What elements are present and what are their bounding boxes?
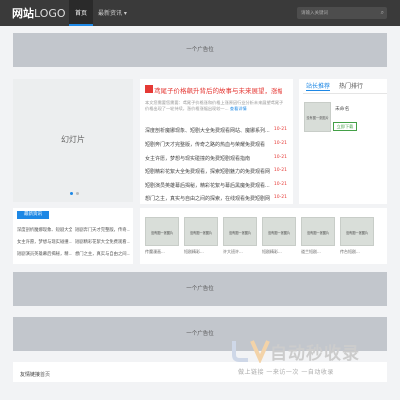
site-logo[interactable]: 网站LOGO [12, 5, 66, 21]
search-input[interactable]: 请输入关键词 ⌕ [297, 7, 387, 19]
gallery-thumbnail[interactable]: 没有图一张图片 [184, 217, 218, 246]
news-list-item[interactable]: 短剧演员英雄幕后揭秘，精彩花絮与幕后黑魔免费观看... 10-21 [145, 182, 287, 191]
news-list-item[interactable]: 短剧精彩花絮大全免费观看，探索短剧魅力的免费观看网站 10-21 [145, 168, 287, 177]
gallery-thumbnail[interactable]: 没有图一张图片 [340, 217, 374, 246]
news-list-item[interactable]: 女主许愿，梦想与现实碰撞的免费短剧观看指南 10-21 [145, 155, 287, 164]
news-list-item[interactable]: 短剧奔门天才完整版，传奇之路的热血与荣耀免费观看 10-21 [145, 141, 287, 150]
gallery-thumbnail[interactable]: 没有图一张图片 [145, 217, 179, 246]
gallery-caption[interactable]: 传台短剧... [340, 249, 376, 255]
friend-links-label: 友情链接 [20, 372, 41, 378]
gallery-thumbnail[interactable]: 没有图一张图片 [301, 217, 335, 246]
gallery-caption[interactable]: 短剧精彩... [184, 249, 220, 255]
friend-link-home[interactable]: 首页 [40, 371, 50, 378]
gallery-caption[interactable]: 传魔漫画... [145, 249, 181, 255]
read-more-link[interactable]: 查看详情 [230, 106, 247, 111]
news-list-item[interactable]: 想门之主，真实与自由之间的探索，在线观看免费短剧网站 10-21 [145, 195, 287, 204]
slide-dot[interactable] [76, 192, 79, 195]
latest-news-item[interactable]: 想门之主，真实与自由之间... [75, 251, 130, 257]
watermark-logo-icon [232, 340, 270, 363]
slide-dot-active[interactable] [70, 192, 73, 195]
download-button[interactable]: 立即下载 [333, 122, 357, 131]
tab-divider [303, 93, 387, 94]
slideshow[interactable]: 幻灯片 [13, 79, 133, 202]
tab-hot-ranking[interactable]: 热门排行 [339, 81, 363, 90]
latest-news-item[interactable]: 深度剖析魔娜现象、短剧大全... [17, 227, 72, 233]
watermark-subtext: 做上链接 一来访一次 一自动收录 [238, 369, 334, 376]
gallery-caption[interactable]: 短剧精彩... [262, 249, 298, 255]
side-panel [299, 79, 387, 204]
watermark-text: 自动秒收录 [270, 344, 360, 364]
gallery-thumbnail[interactable]: 没有图一张图片 [262, 217, 296, 246]
gallery-thumbnail[interactable]: 没有图一张图片 [223, 217, 257, 246]
latest-news-item[interactable]: 短剧演员英雄幕后揭秘，精... [17, 251, 72, 257]
featured-summary: 本文您需要您需要：鸢尾子价格涨和价格上涨原因行业分析未来展望鸢尾子价格出现了一轮… [145, 100, 284, 111]
nav-home[interactable]: 首页 [69, 0, 94, 26]
latest-news-item[interactable]: 女主许愿，梦想与现实碰撞... [17, 239, 72, 245]
slideshow-label: 幻灯片 [61, 135, 85, 144]
latest-news-item[interactable]: 短剧奔门天才完整版，传奇... [75, 227, 130, 233]
news-list-item[interactable]: 深度剖析魔娜现象、短剧大全免费观看网站、魔娜系列... 10-21 [145, 127, 287, 136]
latest-news-item[interactable]: 短剧精彩花絮大全免费观看... [75, 239, 130, 245]
featured-headline[interactable]: 鸢尾子价格飙升背后的故事与未来展望，涨幅超11... [154, 85, 282, 95]
site-name[interactable]: 未命名 [335, 105, 349, 112]
nav-latest-news[interactable]: 最新资讯 ▾ [98, 8, 127, 17]
latest-news-badge: 最新资讯 [17, 211, 49, 219]
tab-recommended[interactable]: 站长推荐 [306, 81, 331, 91]
gallery-caption[interactable]: 许大班许... [223, 249, 259, 255]
ad-banner-middle[interactable]: 一个广告位 [13, 272, 387, 306]
site-thumbnail[interactable]: 没有图一张图片 [304, 102, 331, 132]
headline-icon [145, 85, 153, 93]
ad-banner-top[interactable]: 一个广告位 [13, 33, 387, 67]
search-icon[interactable]: ⌕ [381, 9, 384, 17]
gallery-caption[interactable]: 道兰短剧... [301, 249, 337, 255]
